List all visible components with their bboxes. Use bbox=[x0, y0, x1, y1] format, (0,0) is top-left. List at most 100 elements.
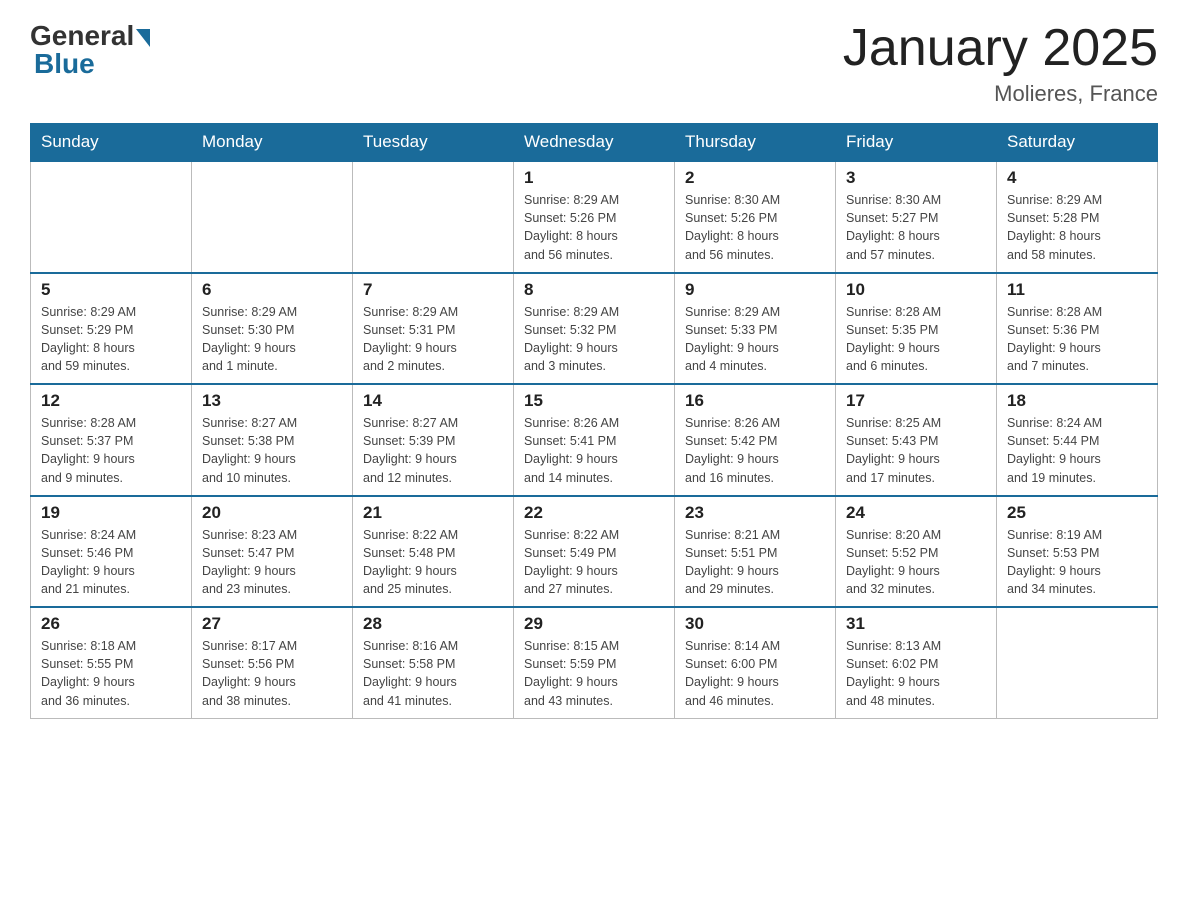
day-info: Sunrise: 8:13 AMSunset: 6:02 PMDaylight:… bbox=[846, 637, 986, 710]
calendar-cell: 13 Sunrise: 8:27 AMSunset: 5:38 PMDayligh… bbox=[192, 384, 353, 496]
calendar-cell: 6Sunrise: 8:29 AMSunset: 5:30 PMDaylight… bbox=[192, 273, 353, 385]
calendar-cell bbox=[31, 161, 192, 273]
day-number: 10 bbox=[846, 280, 986, 300]
weekday-header-tuesday: Tuesday bbox=[353, 124, 514, 162]
day-info: Sunrise: 8:19 AMSunset: 5:53 PMDaylight:… bbox=[1007, 526, 1147, 599]
calendar-cell: 31 Sunrise: 8:13 AMSunset: 6:02 PMDayligh… bbox=[836, 607, 997, 718]
calendar-cell: 14Sunrise: 8:27 AMSunset: 5:39 PMDayligh… bbox=[353, 384, 514, 496]
day-info: Sunrise: 8:26 AMSunset: 5:41 PMDaylight:… bbox=[524, 414, 664, 487]
day-number: 2 bbox=[685, 168, 825, 188]
day-number: 1 bbox=[524, 168, 664, 188]
calendar-cell: 12 Sunrise: 8:28 AMSunset: 5:37 PMDayligh… bbox=[31, 384, 192, 496]
calendar-cell: 4 Sunrise: 8:29 AMSunset: 5:28 PMDaylight… bbox=[997, 161, 1158, 273]
calendar-cell: 7 Sunrise: 8:29 AMSunset: 5:31 PMDaylight… bbox=[353, 273, 514, 385]
calendar-cell: 16Sunrise: 8:26 AMSunset: 5:42 PMDayligh… bbox=[675, 384, 836, 496]
day-number: 27 bbox=[202, 614, 342, 634]
day-info: Sunrise: 8:24 AMSunset: 5:44 PMDaylight:… bbox=[1007, 414, 1147, 487]
weekday-header-row: SundayMondayTuesdayWednesdayThursdayFrid… bbox=[31, 124, 1158, 162]
day-info: Sunrise: 8:26 AMSunset: 5:42 PMDaylight:… bbox=[685, 414, 825, 487]
week-row-1: 1 Sunrise: 8:29 AMSunset: 5:26 PMDaylight… bbox=[31, 161, 1158, 273]
logo-arrow-icon bbox=[136, 29, 150, 47]
day-number: 3 bbox=[846, 168, 986, 188]
calendar-cell: 26Sunrise: 8:18 AMSunset: 5:55 PMDayligh… bbox=[31, 607, 192, 718]
day-number: 7 bbox=[363, 280, 503, 300]
day-info: Sunrise: 8:30 AMSunset: 5:27 PMDaylight:… bbox=[846, 191, 986, 264]
day-info: Sunrise: 8:29 AMSunset: 5:31 PMDaylight:… bbox=[363, 303, 503, 376]
day-info: Sunrise: 8:16 AMSunset: 5:58 PMDaylight:… bbox=[363, 637, 503, 710]
weekday-header-thursday: Thursday bbox=[675, 124, 836, 162]
day-info: Sunrise: 8:28 AMSunset: 5:37 PMDaylight:… bbox=[41, 414, 181, 487]
day-number: 21 bbox=[363, 503, 503, 523]
calendar-cell: 25 Sunrise: 8:19 AMSunset: 5:53 PMDayligh… bbox=[997, 496, 1158, 608]
day-info: Sunrise: 8:25 AMSunset: 5:43 PMDaylight:… bbox=[846, 414, 986, 487]
day-info: Sunrise: 8:29 AMSunset: 5:33 PMDaylight:… bbox=[685, 303, 825, 376]
calendar-cell: 22 Sunrise: 8:22 AMSunset: 5:49 PMDayligh… bbox=[514, 496, 675, 608]
calendar-table: SundayMondayTuesdayWednesdayThursdayFrid… bbox=[30, 123, 1158, 719]
calendar-cell: 24 Sunrise: 8:20 AMSunset: 5:52 PMDayligh… bbox=[836, 496, 997, 608]
day-info: Sunrise: 8:27 AMSunset: 5:38 PMDaylight:… bbox=[202, 414, 342, 487]
day-number: 9 bbox=[685, 280, 825, 300]
day-info: Sunrise: 8:23 AMSunset: 5:47 PMDaylight:… bbox=[202, 526, 342, 599]
day-info: Sunrise: 8:28 AMSunset: 5:35 PMDaylight:… bbox=[846, 303, 986, 376]
day-number: 28 bbox=[363, 614, 503, 634]
calendar-cell bbox=[192, 161, 353, 273]
calendar-cell: 15 Sunrise: 8:26 AMSunset: 5:41 PMDayligh… bbox=[514, 384, 675, 496]
day-number: 26 bbox=[41, 614, 181, 634]
calendar-cell: 11Sunrise: 8:28 AMSunset: 5:36 PMDayligh… bbox=[997, 273, 1158, 385]
day-info: Sunrise: 8:24 AMSunset: 5:46 PMDaylight:… bbox=[41, 526, 181, 599]
day-number: 12 bbox=[41, 391, 181, 411]
calendar-cell: 27 Sunrise: 8:17 AMSunset: 5:56 PMDayligh… bbox=[192, 607, 353, 718]
calendar-cell: 21 Sunrise: 8:22 AMSunset: 5:48 PMDayligh… bbox=[353, 496, 514, 608]
day-info: Sunrise: 8:15 AMSunset: 5:59 PMDaylight:… bbox=[524, 637, 664, 710]
day-number: 17 bbox=[846, 391, 986, 411]
day-number: 22 bbox=[524, 503, 664, 523]
weekday-header-sunday: Sunday bbox=[31, 124, 192, 162]
day-number: 20 bbox=[202, 503, 342, 523]
weekday-header-monday: Monday bbox=[192, 124, 353, 162]
day-number: 31 bbox=[846, 614, 986, 634]
calendar-cell: 1 Sunrise: 8:29 AMSunset: 5:26 PMDaylight… bbox=[514, 161, 675, 273]
day-info: Sunrise: 8:17 AMSunset: 5:56 PMDaylight:… bbox=[202, 637, 342, 710]
day-number: 13 bbox=[202, 391, 342, 411]
calendar-cell: 8 Sunrise: 8:29 AMSunset: 5:32 PMDaylight… bbox=[514, 273, 675, 385]
week-row-3: 12 Sunrise: 8:28 AMSunset: 5:37 PMDayligh… bbox=[31, 384, 1158, 496]
calendar-cell: 20 Sunrise: 8:23 AMSunset: 5:47 PMDayligh… bbox=[192, 496, 353, 608]
day-number: 25 bbox=[1007, 503, 1147, 523]
day-number: 24 bbox=[846, 503, 986, 523]
day-number: 23 bbox=[685, 503, 825, 523]
calendar-cell: 30Sunrise: 8:14 AMSunset: 6:00 PMDayligh… bbox=[675, 607, 836, 718]
day-info: Sunrise: 8:29 AMSunset: 5:28 PMDaylight:… bbox=[1007, 191, 1147, 264]
calendar-cell: 18 Sunrise: 8:24 AMSunset: 5:44 PMDayligh… bbox=[997, 384, 1158, 496]
calendar-subtitle: Molieres, France bbox=[843, 81, 1158, 107]
week-row-5: 26Sunrise: 8:18 AMSunset: 5:55 PMDayligh… bbox=[31, 607, 1158, 718]
day-number: 4 bbox=[1007, 168, 1147, 188]
calendar-cell bbox=[997, 607, 1158, 718]
day-number: 14 bbox=[363, 391, 503, 411]
day-info: Sunrise: 8:14 AMSunset: 6:00 PMDaylight:… bbox=[685, 637, 825, 710]
calendar-cell: 17 Sunrise: 8:25 AMSunset: 5:43 PMDayligh… bbox=[836, 384, 997, 496]
day-info: Sunrise: 8:29 AMSunset: 5:32 PMDaylight:… bbox=[524, 303, 664, 376]
day-number: 18 bbox=[1007, 391, 1147, 411]
calendar-cell: 19Sunrise: 8:24 AMSunset: 5:46 PMDayligh… bbox=[31, 496, 192, 608]
weekday-header-friday: Friday bbox=[836, 124, 997, 162]
calendar-cell: 9 Sunrise: 8:29 AMSunset: 5:33 PMDaylight… bbox=[675, 273, 836, 385]
weekday-header-saturday: Saturday bbox=[997, 124, 1158, 162]
day-number: 15 bbox=[524, 391, 664, 411]
day-info: Sunrise: 8:29 AMSunset: 5:26 PMDaylight:… bbox=[524, 191, 664, 264]
weekday-header-wednesday: Wednesday bbox=[514, 124, 675, 162]
title-section: January 2025 Molieres, France bbox=[843, 20, 1158, 107]
day-info: Sunrise: 8:20 AMSunset: 5:52 PMDaylight:… bbox=[846, 526, 986, 599]
calendar-cell: 10 Sunrise: 8:28 AMSunset: 5:35 PMDayligh… bbox=[836, 273, 997, 385]
calendar-cell bbox=[353, 161, 514, 273]
day-number: 5 bbox=[41, 280, 181, 300]
day-info: Sunrise: 8:21 AMSunset: 5:51 PMDaylight:… bbox=[685, 526, 825, 599]
logo-blue-text: Blue bbox=[34, 48, 95, 80]
day-info: Sunrise: 8:28 AMSunset: 5:36 PMDaylight:… bbox=[1007, 303, 1147, 376]
day-info: Sunrise: 8:22 AMSunset: 5:49 PMDaylight:… bbox=[524, 526, 664, 599]
logo: General Blue bbox=[30, 20, 150, 80]
day-number: 8 bbox=[524, 280, 664, 300]
day-info: Sunrise: 8:22 AMSunset: 5:48 PMDaylight:… bbox=[363, 526, 503, 599]
day-number: 6 bbox=[202, 280, 342, 300]
day-info: Sunrise: 8:30 AMSunset: 5:26 PMDaylight:… bbox=[685, 191, 825, 264]
week-row-4: 19Sunrise: 8:24 AMSunset: 5:46 PMDayligh… bbox=[31, 496, 1158, 608]
